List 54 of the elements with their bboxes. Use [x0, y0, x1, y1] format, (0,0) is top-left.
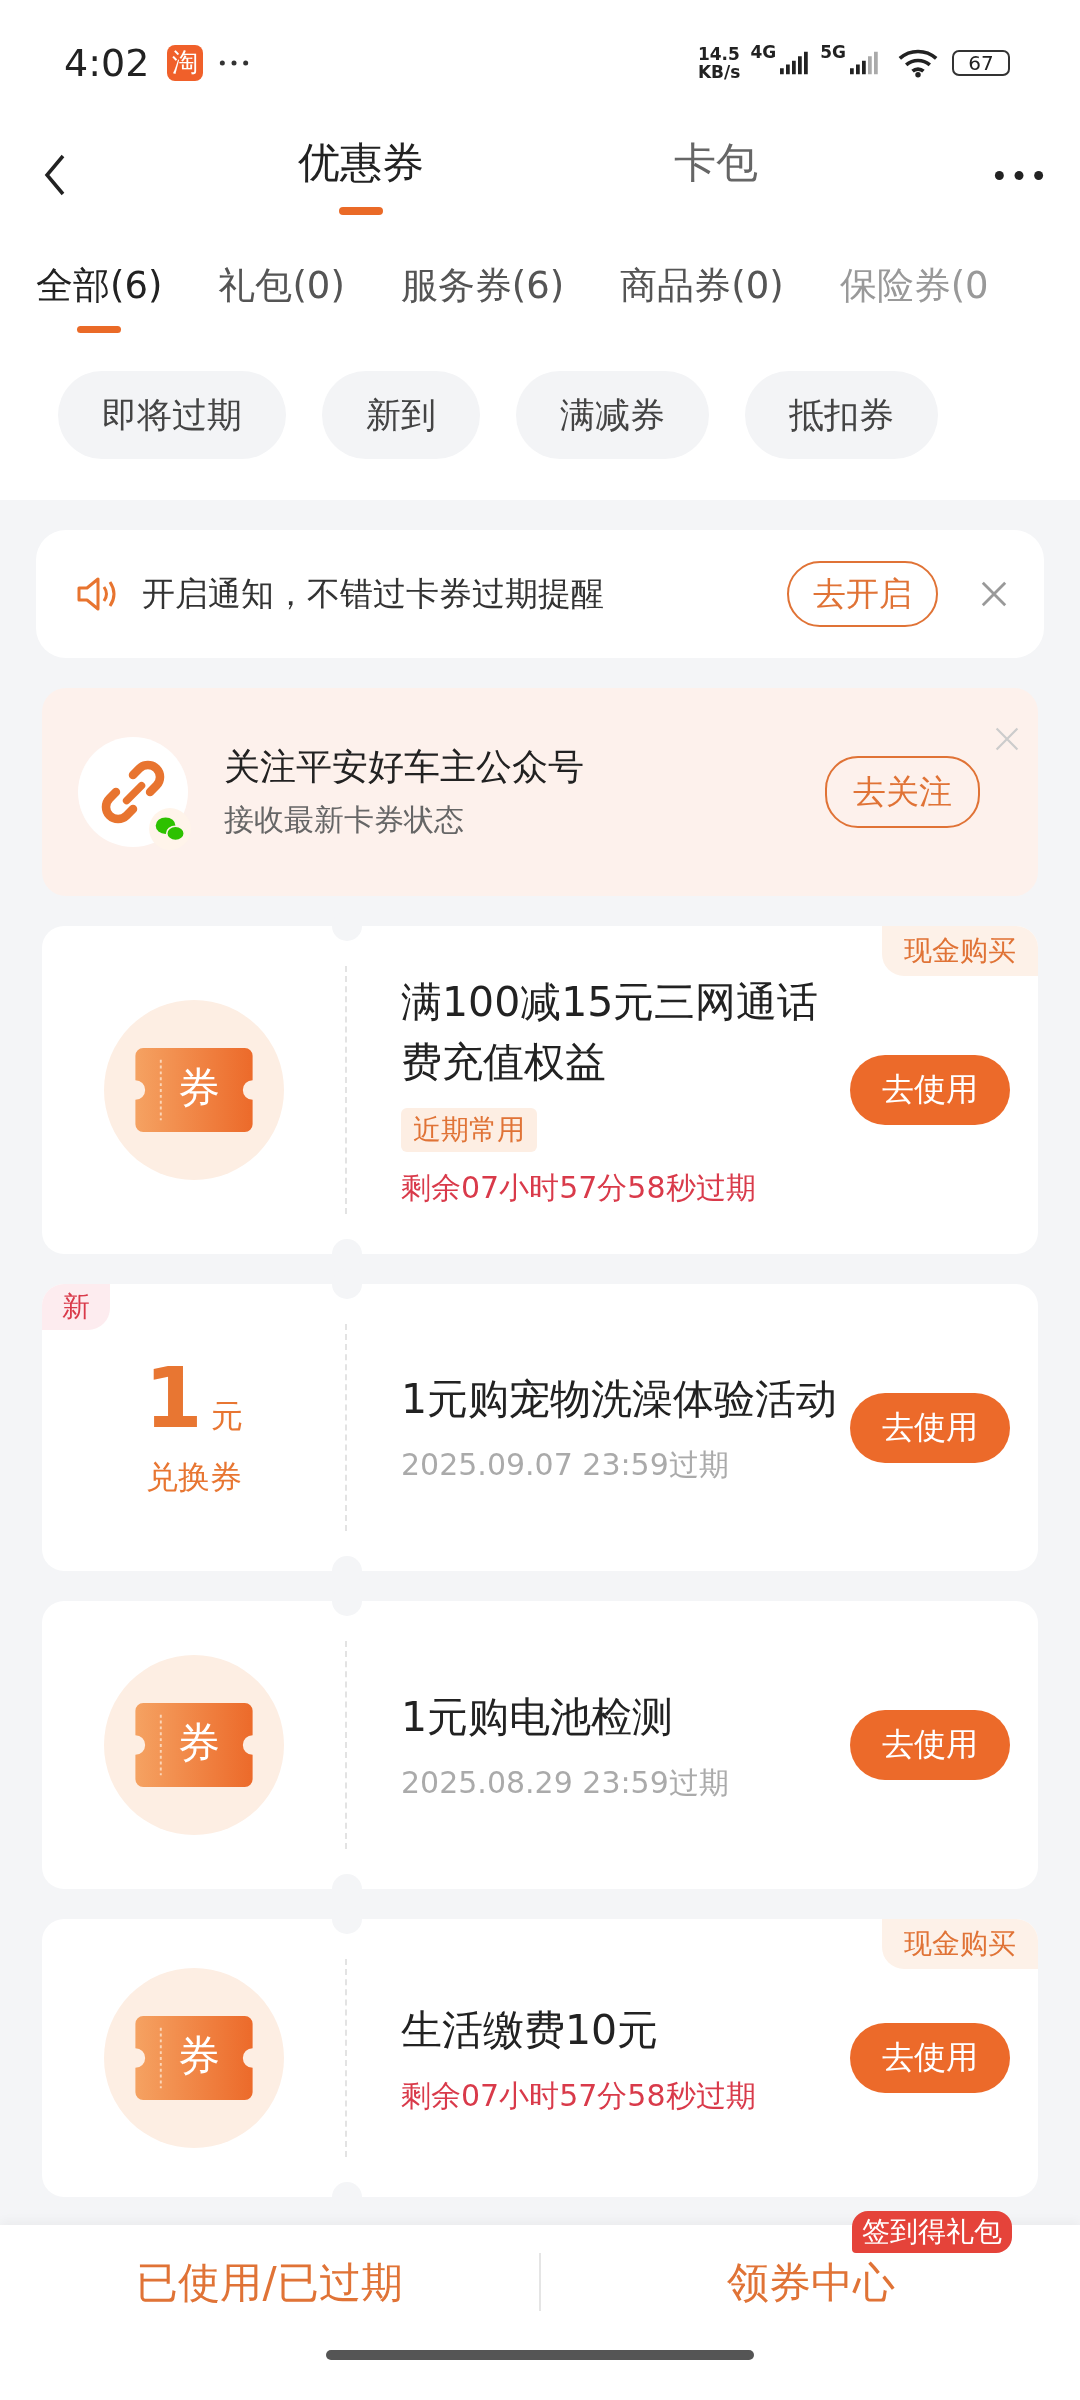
checkin-badge: 签到得礼包: [852, 2211, 1012, 2253]
close-icon[interactable]: [980, 580, 1008, 608]
ticket-icon: [134, 2016, 253, 2100]
more-icon[interactable]: [994, 169, 1044, 181]
notice-text: 开启通知，不错过卡券过期提醒: [142, 572, 605, 615]
expiry-text: 剩余07小时57分58秒过期: [401, 2076, 756, 2115]
network-type: 4G: [750, 42, 777, 62]
coupon-glyph: 券: [177, 1062, 220, 1114]
category-tab[interactable]: 全部(6): [36, 247, 163, 333]
ticket-icon: [134, 1703, 253, 1787]
category-tab[interactable]: 服务券(6): [400, 247, 565, 333]
coupon-type: 兑换券: [145, 1456, 242, 1498]
amount-unit: 元: [210, 1395, 243, 1437]
expiry-text: 剩余07小时57分58秒过期: [401, 1168, 756, 1207]
expiry-text: 2025.08.29 23:59过期: [401, 1763, 729, 1802]
filter-chip[interactable]: 抵扣券: [745, 371, 938, 459]
use-button[interactable]: 去使用: [850, 1055, 1010, 1125]
use-button[interactable]: 去使用: [850, 2023, 1010, 2093]
enable-button[interactable]: 去开启: [787, 561, 938, 627]
follow-subtitle: 接收最新卡券状态: [224, 801, 465, 839]
app-notification-icon: 淘: [167, 44, 204, 81]
category-tab[interactable]: 礼包(0): [218, 247, 345, 333]
header-tab[interactable]: 优惠券: [298, 135, 424, 215]
category-tab[interactable]: 商品券(0): [620, 247, 784, 333]
more-notifications-icon: [219, 58, 250, 67]
use-button[interactable]: 去使用: [850, 1710, 1010, 1780]
coupon-glyph: 券: [177, 1717, 220, 1769]
frequent-tag: 近期常用: [401, 1107, 537, 1152]
purchase-tag: 现金购买: [882, 926, 1038, 976]
history-button[interactable]: 已使用/已过期: [0, 2225, 539, 2340]
follow-title: 关注平安好车主公众号: [224, 745, 585, 789]
expiry-text: 2025.09.07 23:59过期: [401, 1446, 729, 1484]
filter-chip[interactable]: 满减券: [516, 371, 709, 459]
network-type: 5G: [820, 42, 846, 62]
purchase-tag: 现金购买: [882, 1919, 1038, 1969]
coupon-title: 满100减15元三网通话 费充值权益: [401, 976, 819, 1088]
coupon-amount: 1: [144, 1355, 203, 1440]
coupon-title: 生活缴费10元: [401, 2004, 659, 2056]
wifi-icon: [898, 47, 938, 78]
battery-indicator: 67: [952, 49, 1010, 76]
ticket-icon: [134, 1048, 253, 1132]
coupon-title: 1元购宠物洗澡体验活动: [401, 1374, 838, 1425]
coupon-title: 1元购电池检测: [401, 1691, 674, 1743]
filter-chip[interactable]: 新到: [322, 371, 480, 459]
header-tab[interactable]: 卡包: [674, 135, 758, 215]
coupon-glyph: 券: [177, 2030, 220, 2082]
filter-chip[interactable]: 即将过期: [58, 371, 286, 459]
link-icon: [101, 760, 165, 824]
signal-icon: [850, 50, 880, 75]
new-tag: 新: [42, 1284, 110, 1330]
status-time: 4:02: [64, 40, 150, 85]
network-speed: 14.5 KB/s: [697, 44, 741, 81]
use-button[interactable]: 去使用: [850, 1392, 1010, 1463]
signal-icon: [780, 50, 811, 75]
